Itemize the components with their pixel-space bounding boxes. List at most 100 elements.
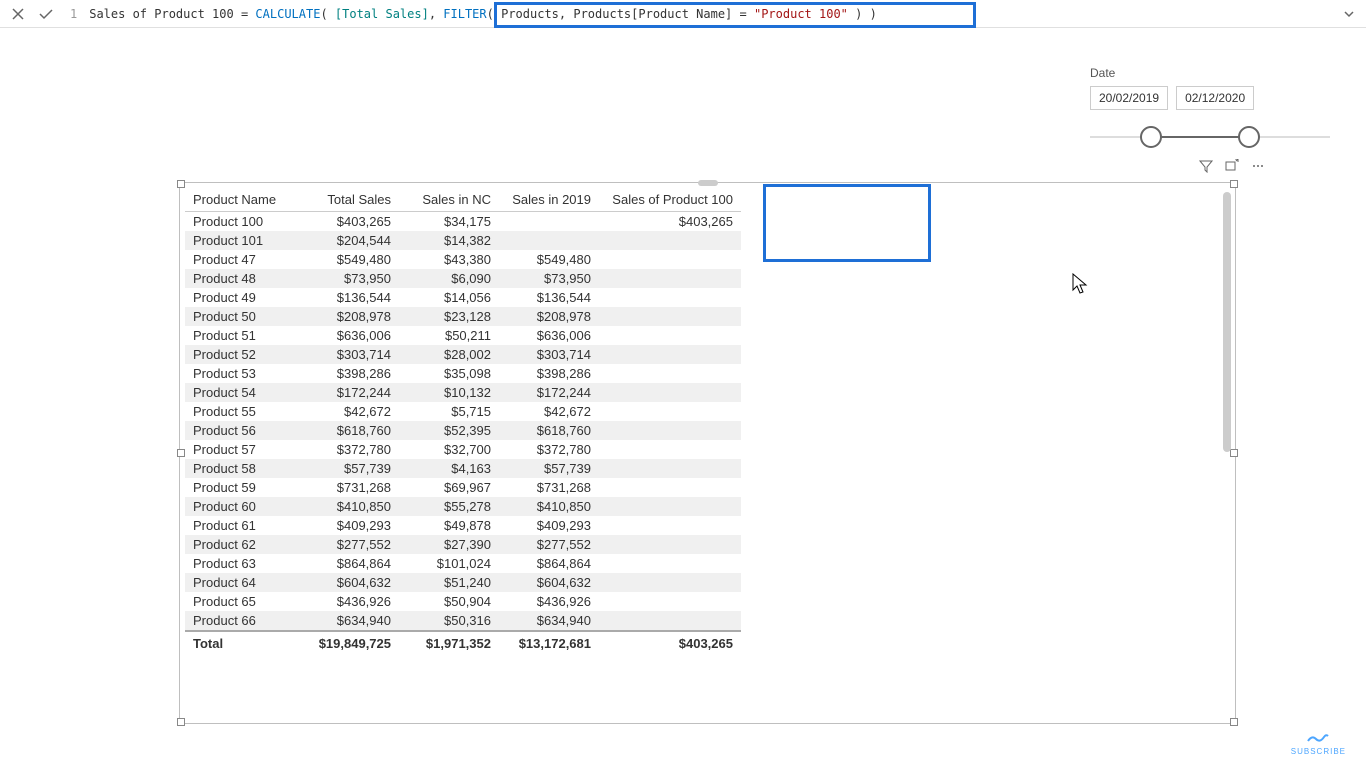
cell-value: $864,864 (499, 554, 599, 573)
cell-product-name: Product 48 (185, 269, 287, 288)
more-options-icon[interactable] (1250, 158, 1266, 174)
func-calculate: CALCULATE (255, 7, 320, 21)
table-row[interactable]: Product 57$372,780$32,700$372,780 (185, 440, 741, 459)
cell-value: $50,904 (399, 592, 499, 611)
cell-value: $49,878 (399, 516, 499, 535)
cell-product-name: Product 64 (185, 573, 287, 592)
cell-value (599, 478, 741, 497)
table-row[interactable]: Product 48$73,950$6,090$73,950 (185, 269, 741, 288)
report-canvas[interactable]: Date 20/02/2019 02/12/2020 (0, 28, 1366, 768)
cell-product-name: Product 63 (185, 554, 287, 573)
cell-value: $549,480 (287, 250, 399, 269)
table-row[interactable]: Product 65$436,926$50,904$436,926 (185, 592, 741, 611)
table-row[interactable]: Product 61$409,293$49,878$409,293 (185, 516, 741, 535)
slicer-title: Date (1090, 66, 1330, 80)
cell-value: $73,950 (499, 269, 599, 288)
table-row[interactable]: Product 63$864,864$101,024$864,864 (185, 554, 741, 573)
cell-value (599, 288, 741, 307)
table-row[interactable]: Product 101$204,544$14,382 (185, 231, 741, 250)
col-header-product-name[interactable]: Product Name (185, 188, 287, 212)
cell-value: $436,926 (499, 592, 599, 611)
table-row[interactable]: Product 50$208,978$23,128$208,978 (185, 307, 741, 326)
date-to-input[interactable]: 02/12/2020 (1176, 86, 1254, 110)
table-row[interactable]: Product 54$172,244$10,132$172,244 (185, 383, 741, 402)
table-row[interactable]: Product 60$410,850$55,278$410,850 (185, 497, 741, 516)
cell-value: $69,967 (399, 478, 499, 497)
cancel-formula-icon[interactable] (8, 4, 28, 24)
cell-value: $57,739 (499, 459, 599, 478)
table-row[interactable]: Product 64$604,632$51,240$604,632 (185, 573, 741, 592)
subscribe-label: SUBSCRIBE (1291, 747, 1346, 756)
vertical-scrollbar[interactable] (1222, 192, 1232, 714)
cell-value: $618,760 (499, 421, 599, 440)
cell-product-name: Product 60 (185, 497, 287, 516)
total-value: $403,265 (599, 631, 741, 655)
table-row[interactable]: Product 100$403,265$34,175$403,265 (185, 212, 741, 232)
date-slider[interactable] (1090, 126, 1330, 150)
table-visual[interactable]: Product Name Total Sales Sales in NC Sal… (180, 183, 1235, 723)
filter-icon[interactable] (1198, 158, 1214, 174)
cell-value: $634,940 (287, 611, 399, 631)
table-row[interactable]: Product 56$618,760$52,395$618,760 (185, 421, 741, 440)
table-row[interactable]: Product 58$57,739$4,163$57,739 (185, 459, 741, 478)
table-row[interactable]: Product 62$277,552$27,390$277,552 (185, 535, 741, 554)
cell-value (599, 459, 741, 478)
cell-value: $5,715 (399, 402, 499, 421)
resize-grip-top[interactable] (698, 180, 718, 186)
cell-value: $55,278 (399, 497, 499, 516)
cell-product-name: Product 61 (185, 516, 287, 535)
slider-handle-right[interactable] (1238, 126, 1260, 148)
table-row[interactable]: Product 53$398,286$35,098$398,286 (185, 364, 741, 383)
cell-product-name: Product 101 (185, 231, 287, 250)
cell-value: $52,395 (399, 421, 499, 440)
scrollbar-thumb[interactable] (1223, 192, 1231, 452)
cell-product-name: Product 56 (185, 421, 287, 440)
cell-value (599, 421, 741, 440)
cell-value (599, 497, 741, 516)
cell-value: $303,714 (499, 345, 599, 364)
cell-value: $50,316 (399, 611, 499, 631)
cell-product-name: Product 51 (185, 326, 287, 345)
selection-handle[interactable] (1230, 180, 1238, 188)
cell-value (599, 402, 741, 421)
cell-value: $731,268 (287, 478, 399, 497)
formula-expand-icon[interactable] (1340, 5, 1358, 23)
cell-value: $28,002 (399, 345, 499, 364)
cell-value (499, 212, 599, 232)
table-row[interactable]: Product 66$634,940$50,316$634,940 (185, 611, 741, 631)
col-header-total-sales[interactable]: Total Sales (287, 188, 399, 212)
cell-value (599, 383, 741, 402)
selection-handle[interactable] (177, 449, 185, 457)
table-row[interactable]: Product 51$636,006$50,211$636,006 (185, 326, 741, 345)
total-value: $1,971,352 (399, 631, 499, 655)
table-row[interactable]: Product 47$549,480$43,380$549,480 (185, 250, 741, 269)
selection-handle[interactable] (177, 180, 185, 188)
focus-mode-icon[interactable] (1224, 158, 1240, 174)
cell-value: $409,293 (499, 516, 599, 535)
date-from-input[interactable]: 20/02/2019 (1090, 86, 1168, 110)
visual-header (1198, 158, 1266, 174)
commit-formula-icon[interactable] (36, 4, 56, 24)
table-row[interactable]: Product 52$303,714$28,002$303,714 (185, 345, 741, 364)
col-header-sales-product-100[interactable]: Sales of Product 100 (599, 188, 741, 212)
slider-handle-left[interactable] (1140, 126, 1162, 148)
cell-value: $42,672 (499, 402, 599, 421)
cell-value: $636,006 (287, 326, 399, 345)
cell-value: $436,926 (287, 592, 399, 611)
cell-product-name: Product 62 (185, 535, 287, 554)
cell-product-name: Product 50 (185, 307, 287, 326)
col-header-sales-nc[interactable]: Sales in NC (399, 188, 499, 212)
cell-value: $172,244 (499, 383, 599, 402)
table-row[interactable]: Product 55$42,672$5,715$42,672 (185, 402, 741, 421)
table-row[interactable]: Product 49$136,544$14,056$136,544 (185, 288, 741, 307)
cell-value: $14,382 (399, 231, 499, 250)
selection-handle[interactable] (1230, 718, 1238, 726)
cell-product-name: Product 54 (185, 383, 287, 402)
cell-value (599, 307, 741, 326)
formula-input[interactable]: Sales of Product 100 = CALCULATE( [Total… (85, 5, 1332, 23)
cell-value: $101,024 (399, 554, 499, 573)
col-header-sales-2019[interactable]: Sales in 2019 (499, 188, 599, 212)
table-row[interactable]: Product 59$731,268$69,967$731,268 (185, 478, 741, 497)
cell-value (599, 364, 741, 383)
selection-handle[interactable] (177, 718, 185, 726)
